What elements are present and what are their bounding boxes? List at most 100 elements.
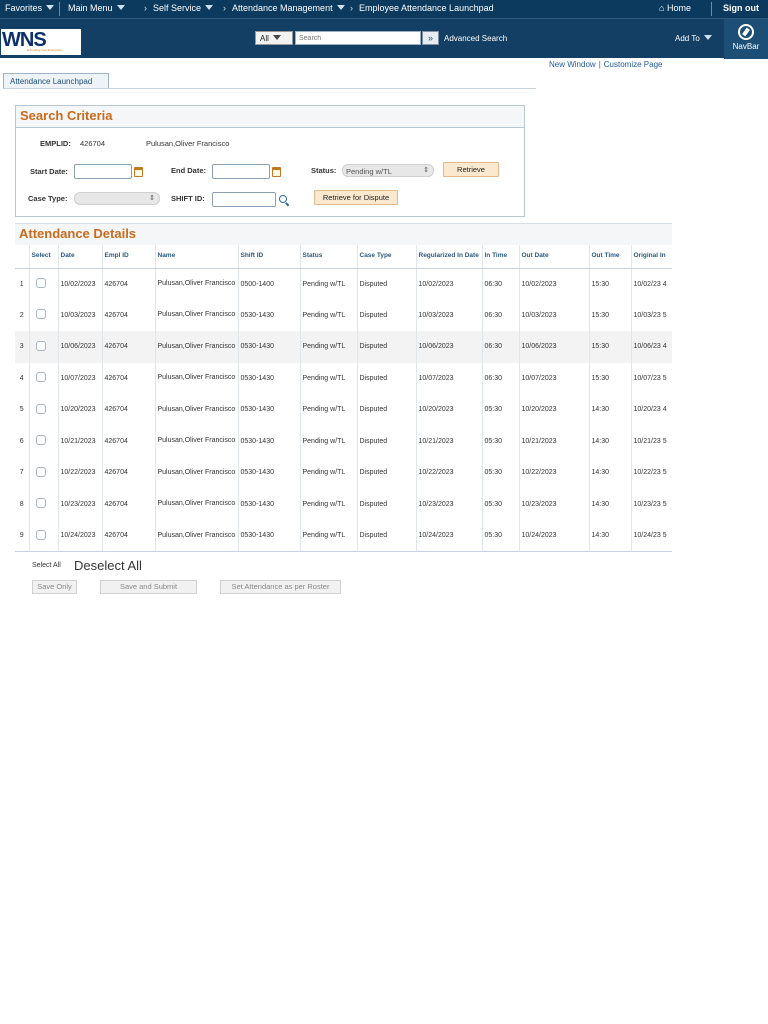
attendance-grid: Select Date Empl ID Name Shift ID Status… bbox=[15, 245, 672, 552]
regularized-date-cell: 10/20/2023 bbox=[416, 394, 483, 426]
advanced-search-link[interactable]: Advanced Search bbox=[444, 34, 507, 43]
row-select-checkbox[interactable] bbox=[35, 529, 46, 540]
in-time-cell: 05:30 bbox=[482, 394, 520, 426]
row-select-checkbox[interactable] bbox=[35, 435, 46, 446]
column-header[interactable]: Case Type bbox=[357, 245, 417, 269]
out-time-cell: 14:30 bbox=[589, 394, 632, 426]
customize-page-link[interactable]: Customize Page bbox=[604, 60, 663, 69]
row-select-checkbox[interactable] bbox=[35, 498, 46, 509]
select-cell bbox=[29, 331, 59, 363]
lookup-search-icon[interactable] bbox=[279, 195, 287, 203]
chevron-right-icon: › bbox=[223, 3, 226, 13]
case-type-label: Case Type: bbox=[28, 194, 68, 203]
empl-id-cell: 426704 bbox=[102, 425, 156, 457]
status-cell: Pending w/TL bbox=[300, 362, 358, 394]
search-go-button[interactable]: » bbox=[422, 31, 439, 45]
in-time-cell: 05:30 bbox=[482, 457, 520, 489]
search-input[interactable] bbox=[295, 31, 421, 45]
status-select[interactable]: Pending w/TL ⇕ bbox=[342, 164, 434, 177]
row-number: 2 bbox=[15, 299, 30, 331]
original-in-cell: 10/23/23 5 bbox=[631, 488, 672, 520]
date-cell: 10/03/2023 bbox=[58, 299, 103, 331]
select-all-link[interactable]: Select All bbox=[32, 562, 61, 569]
navbar-button[interactable]: NavBar bbox=[724, 19, 768, 59]
row-select-checkbox[interactable] bbox=[35, 403, 46, 414]
navbar-label: NavBar bbox=[732, 42, 760, 51]
column-header[interactable]: Date bbox=[58, 245, 103, 269]
calendar-icon[interactable] bbox=[272, 167, 281, 177]
table-header-row: Select Date Empl ID Name Shift ID Status… bbox=[15, 245, 672, 269]
select-cell bbox=[29, 520, 59, 552]
table-row: 6 10/21/2023 426704 Pulusan,Oliver Francisc… bbox=[15, 425, 672, 457]
regularized-date-cell: 10/21/2023 bbox=[416, 425, 483, 457]
chevron-down-icon bbox=[46, 5, 55, 10]
empl-id-cell: 426704 bbox=[102, 299, 156, 331]
search-category-select[interactable]: All bbox=[255, 31, 293, 45]
name-cell: Pulusan,Oliver Francisco bbox=[155, 299, 239, 331]
logo-tagline: Extending Your Enterprise bbox=[27, 48, 62, 52]
favorites-menu[interactable]: Favorites bbox=[5, 3, 55, 13]
retrieve-for-dispute-button[interactable]: Retrieve for Dispute bbox=[314, 190, 398, 205]
column-header[interactable]: Status bbox=[300, 245, 358, 269]
add-to-menu[interactable]: Add To bbox=[675, 34, 712, 43]
column-header[interactable]: Out Time bbox=[589, 245, 632, 269]
out-time-cell: 15:30 bbox=[589, 331, 632, 363]
out-time-cell: 14:30 bbox=[589, 488, 632, 520]
column-header[interactable]: Shift ID bbox=[238, 245, 301, 269]
out-time-cell: 14:30 bbox=[589, 457, 632, 489]
original-in-cell: 10/02/23 4 bbox=[631, 268, 672, 300]
main-menu[interactable]: Main Menu bbox=[68, 3, 125, 13]
set-attendance-roster-button[interactable]: Set Attendance as per Roster bbox=[220, 580, 341, 594]
chevron-down-icon bbox=[205, 5, 214, 10]
tab-attendance-launchpad[interactable]: Attendance Launchpad bbox=[3, 73, 109, 89]
sign-out-link[interactable]: Sign out bbox=[723, 3, 759, 13]
retrieve-button[interactable]: Retrieve bbox=[443, 162, 499, 177]
row-select-checkbox[interactable] bbox=[35, 372, 46, 383]
column-header[interactable]: Out Date bbox=[519, 245, 590, 269]
column-header[interactable]: Regularized In Date bbox=[416, 245, 483, 269]
regularized-date-cell: 10/23/2023 bbox=[416, 488, 483, 520]
table-row: 8 10/23/2023 426704 Pulusan,Oliver Francisc… bbox=[15, 488, 672, 520]
row-select-checkbox[interactable] bbox=[35, 466, 46, 477]
regularized-date-cell: 10/07/2023 bbox=[416, 362, 483, 394]
case-type-select[interactable]: ⇕ bbox=[74, 192, 160, 205]
case-type-cell: Disputed bbox=[357, 425, 417, 457]
row-number: 9 bbox=[15, 520, 30, 552]
row-select-checkbox[interactable] bbox=[35, 340, 46, 351]
case-type-cell: Disputed bbox=[357, 488, 417, 520]
name-cell: Pulusan,Oliver Francisco bbox=[155, 394, 239, 426]
breadcrumb-attendance-management[interactable]: › Attendance Management bbox=[215, 3, 345, 13]
new-window-link[interactable]: New Window bbox=[549, 60, 596, 69]
shift-id-input[interactable] bbox=[212, 192, 276, 207]
column-header[interactable]: Empl ID bbox=[102, 245, 156, 269]
start-date-input[interactable] bbox=[74, 164, 132, 179]
date-cell: 10/02/2023 bbox=[58, 268, 103, 300]
status-cell: Pending w/TL bbox=[300, 488, 358, 520]
row-select-checkbox[interactable] bbox=[35, 278, 46, 288]
shift-id-cell: 0530-1430 bbox=[238, 425, 301, 457]
save-and-submit-button[interactable]: Save and Submit bbox=[100, 580, 197, 594]
calendar-icon[interactable] bbox=[134, 167, 143, 177]
shift-id-label: SHIFT ID: bbox=[171, 194, 205, 203]
status-cell: Pending w/TL bbox=[300, 268, 358, 300]
home-icon: ⌂ bbox=[659, 3, 665, 13]
column-header[interactable]: Name bbox=[155, 245, 239, 269]
row-number: 7 bbox=[15, 457, 30, 489]
case-type-cell: Disputed bbox=[357, 394, 417, 426]
save-only-button[interactable]: Save Only bbox=[32, 580, 77, 594]
regularized-date-cell: 10/02/2023 bbox=[416, 268, 483, 300]
home-link[interactable]: ⌂ Home bbox=[659, 3, 691, 13]
deselect-all-link[interactable]: Deselect All bbox=[74, 558, 142, 573]
column-header[interactable]: Select bbox=[29, 245, 59, 269]
row-select-checkbox[interactable] bbox=[35, 309, 46, 320]
shift-id-cell: 0530-1430 bbox=[238, 488, 301, 520]
select-cell bbox=[29, 362, 59, 394]
start-date-label: Start Date: bbox=[30, 167, 68, 176]
column-header[interactable]: Original In bbox=[631, 245, 672, 269]
breadcrumb-current-page[interactable]: › Employee Attendance Launchpad bbox=[342, 3, 494, 13]
name-cell: Pulusan,Oliver Francisco bbox=[155, 331, 239, 363]
breadcrumb-self-service[interactable]: › Self Service bbox=[136, 3, 214, 13]
column-header[interactable]: In Time bbox=[482, 245, 520, 269]
end-date-input[interactable] bbox=[212, 164, 270, 179]
original-in-cell: 10/21/23 5 bbox=[631, 425, 672, 457]
